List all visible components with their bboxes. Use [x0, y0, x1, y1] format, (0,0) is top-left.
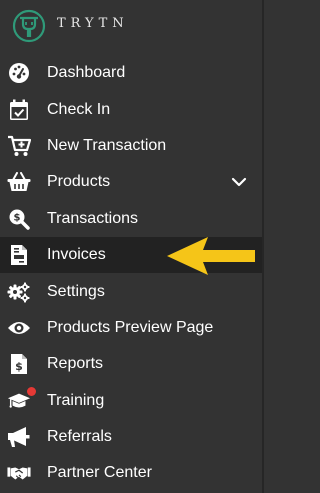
sidebar-item-label: Reports: [47, 355, 104, 373]
sidebar-item-reports[interactable]: $ Reports: [0, 346, 262, 382]
sidebar-item-transactions[interactable]: $ Transactions: [0, 201, 262, 237]
file-dollar-icon: $: [7, 352, 31, 376]
sidebar-item-referrals[interactable]: Referrals: [0, 419, 262, 455]
sidebar-item-partner-center[interactable]: Partner Center: [0, 455, 262, 491]
sidebar-item-training[interactable]: Training: [0, 383, 262, 419]
trytn-logo-icon: [12, 9, 46, 43]
svg-text:$: $: [14, 212, 21, 223]
sidebar-item-label: Partner Center: [47, 464, 152, 482]
left-arrow-icon: [167, 237, 255, 275]
search-dollar-icon: $: [7, 207, 31, 231]
svg-text:$: $: [15, 360, 23, 373]
notification-badge: [27, 386, 36, 396]
calendar-check-icon: [7, 98, 31, 122]
sidebar-item-products[interactable]: Products: [0, 164, 262, 200]
sidebar: TRYTN Dashboard Check In New Transaction…: [0, 0, 264, 493]
sidebar-item-label: Settings: [47, 282, 105, 300]
sidebar-item-dashboard[interactable]: Dashboard: [0, 55, 262, 91]
basket-icon: [7, 170, 31, 194]
sidebar-item-check-in[interactable]: Check In: [0, 91, 262, 127]
brand-header[interactable]: TRYTN: [0, 0, 264, 52]
eye-icon: [7, 316, 31, 340]
invoice-icon: [7, 243, 31, 267]
sidebar-item-label: New Transaction: [47, 136, 167, 154]
sidebar-item-label: Referrals: [47, 428, 112, 446]
handshake-icon: [7, 461, 31, 485]
gauge-icon: [7, 61, 31, 85]
sidebar-item-label: Transactions: [47, 209, 138, 227]
scrollbar-track[interactable]: [262, 0, 264, 493]
sidebar-item-label: Training: [47, 391, 105, 409]
sidebar-item-label: Check In: [47, 100, 111, 118]
brand-name: TRYTN: [57, 16, 129, 31]
bullhorn-icon: [7, 425, 31, 449]
sidebar-item-new-transaction[interactable]: New Transaction: [0, 128, 262, 164]
cart-plus-icon: [7, 134, 31, 158]
chevron-down-icon[interactable]: [231, 174, 247, 190]
sidebar-item-label: Products: [47, 173, 111, 191]
sidebar-item-label: Dashboard: [47, 64, 126, 82]
sidebar-item-products-preview-page[interactable]: Products Preview Page: [0, 310, 262, 346]
sidebar-item-label: Invoices: [47, 246, 106, 264]
gears-icon: [7, 280, 31, 304]
sidebar-item-label: Products Preview Page: [47, 318, 214, 336]
